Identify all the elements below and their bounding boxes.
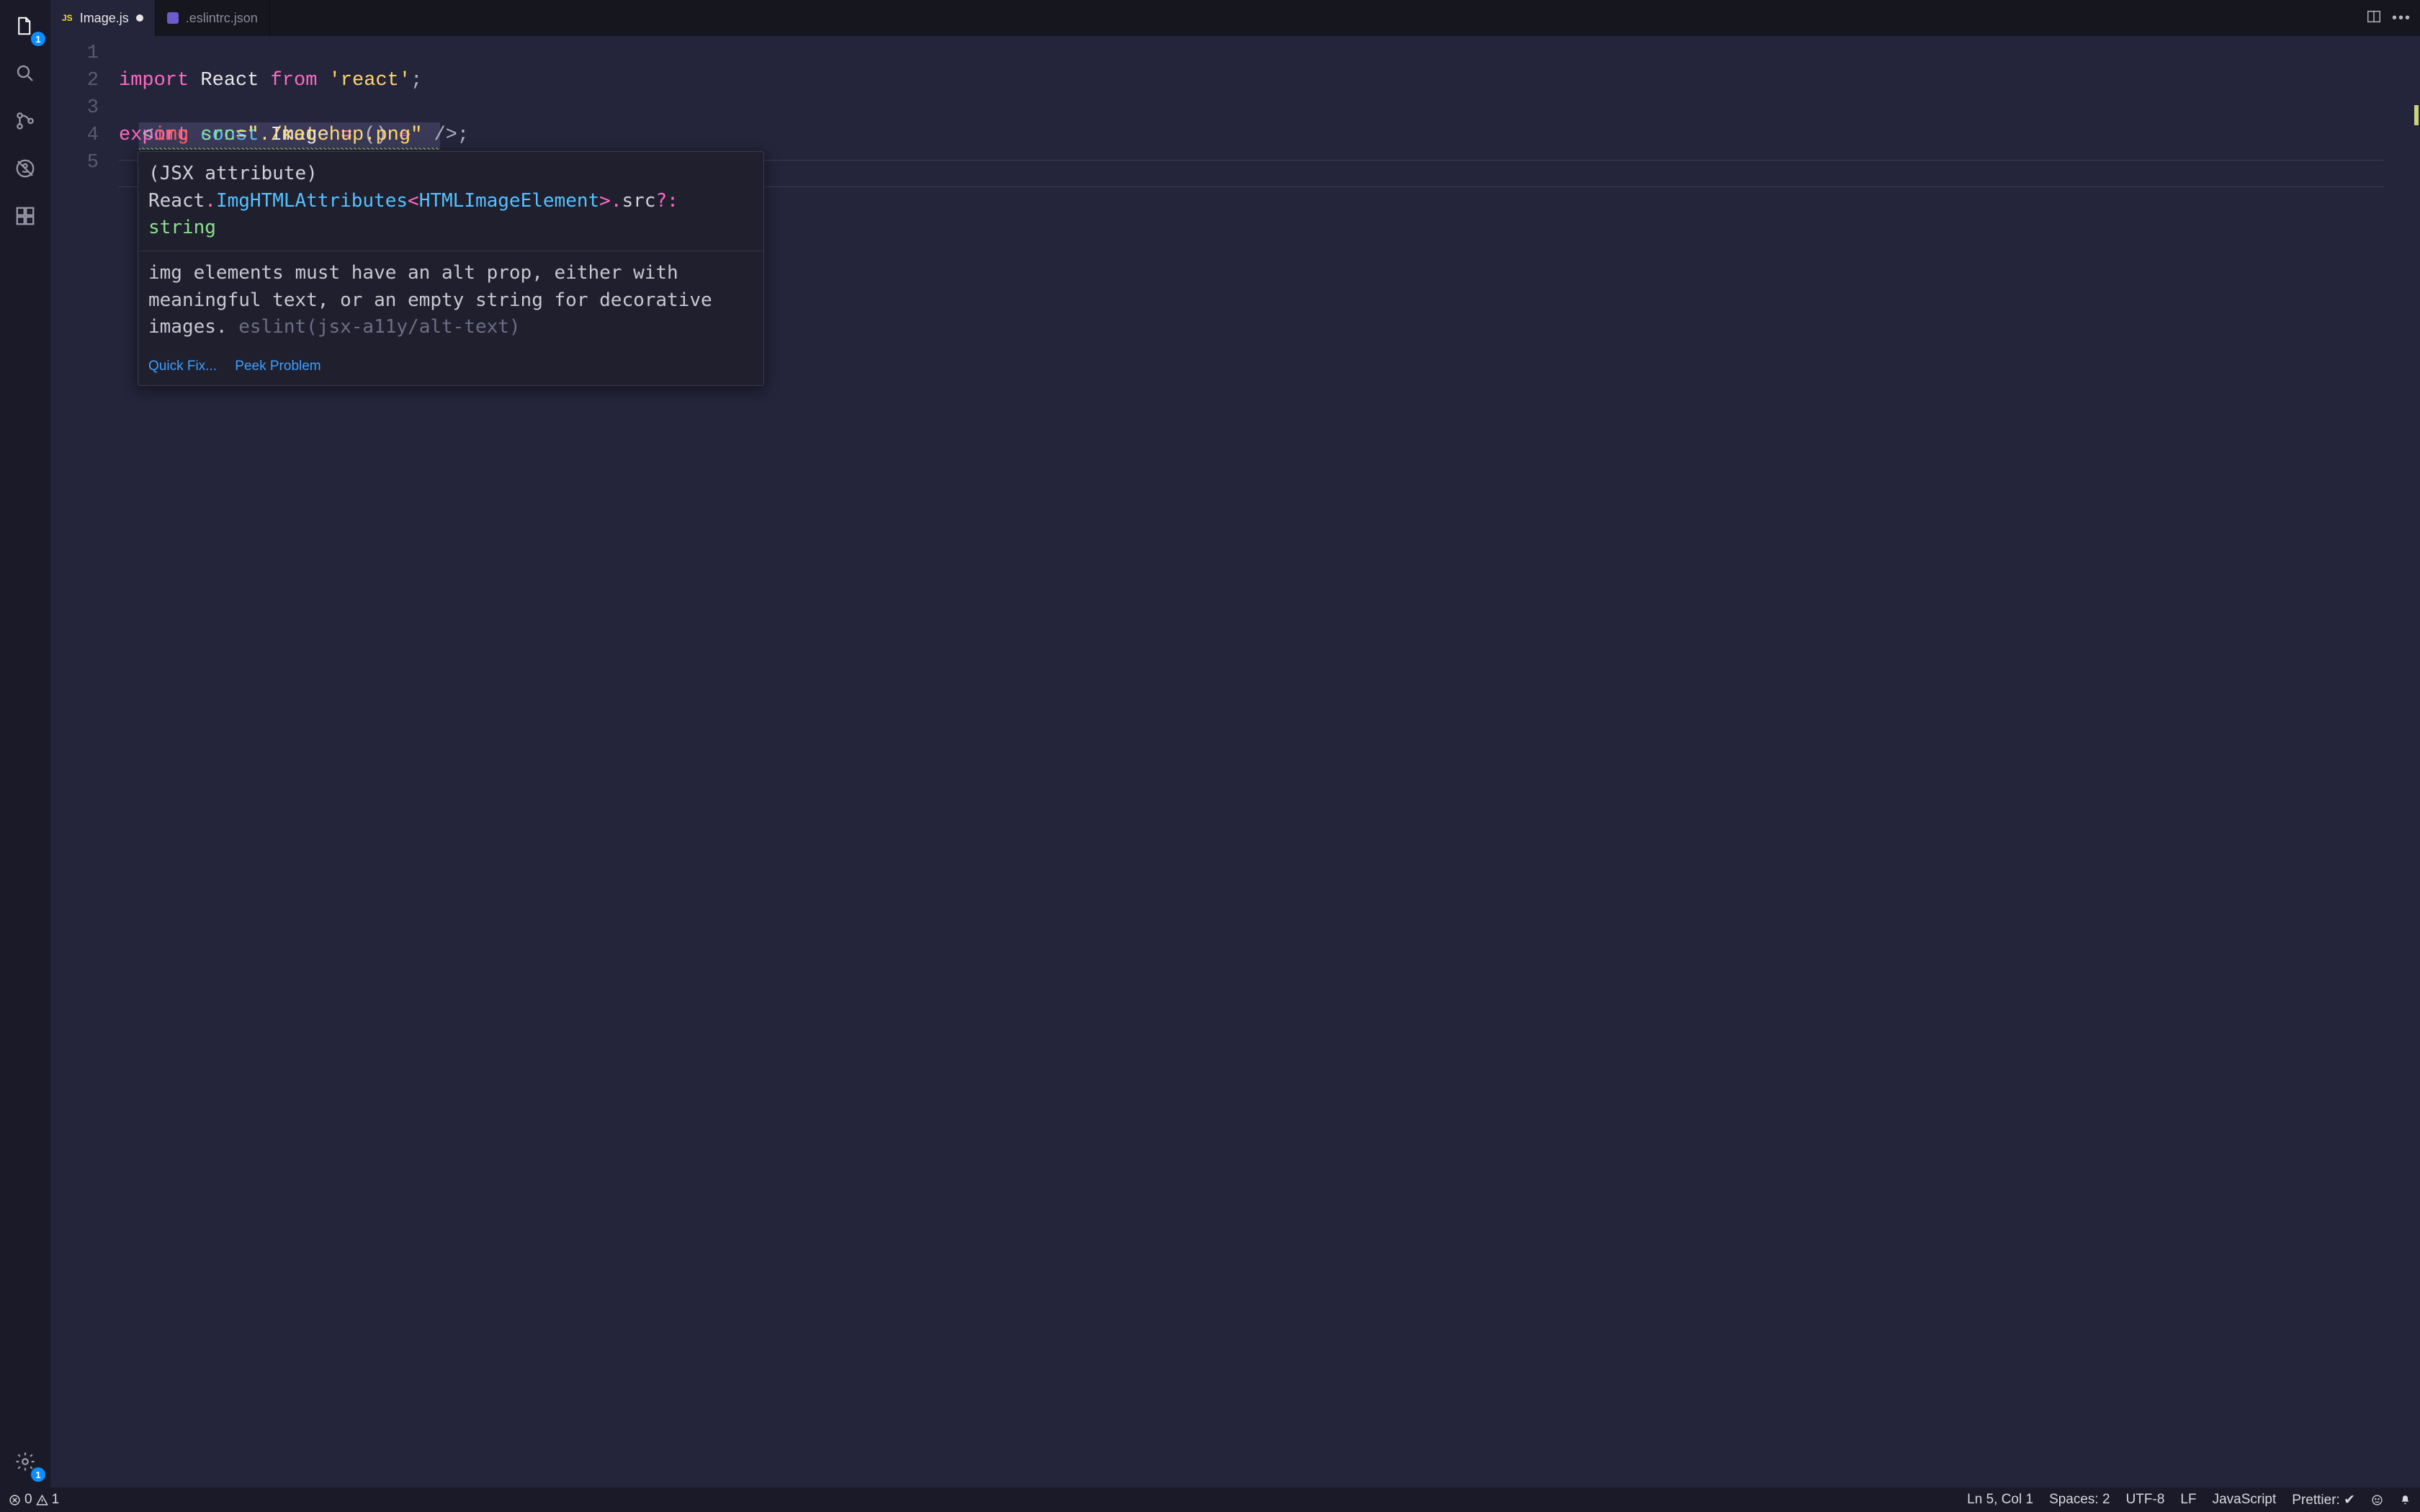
- explorer-badge: 1: [31, 32, 45, 46]
- split-editor-icon[interactable]: [2366, 9, 2382, 28]
- feedback-smiley-icon[interactable]: [2371, 1494, 2383, 1506]
- quick-fix-link[interactable]: Quick Fix...: [148, 359, 217, 374]
- editor[interactable]: 1 2 3 4 5 import React from 'react'; exp…: [50, 36, 2420, 1488]
- error-count: 0: [24, 1492, 32, 1508]
- status-language-mode[interactable]: JavaScript: [2213, 1492, 2277, 1508]
- status-bar: 0 1 Ln 5, Col 1 Spaces: 2 UTF-8 LF JavaS…: [0, 1488, 2420, 1512]
- explorer-icon[interactable]: 1: [8, 9, 42, 43]
- search-icon[interactable]: [8, 56, 42, 91]
- js-file-icon: JS: [62, 13, 73, 23]
- status-problems[interactable]: 0 1: [9, 1492, 59, 1508]
- status-cursor-position[interactable]: Ln 5, Col 1: [1967, 1492, 2033, 1508]
- hover-problem-message: img elements must have an alt prop, eith…: [138, 251, 763, 350]
- peek-problem-link[interactable]: Peek Problem: [235, 359, 321, 374]
- tab-bar: JS Image.js .eslintrc.json •••: [50, 0, 2420, 36]
- hover-tooltip: (JSX attribute) React.ImgHTMLAttributes<…: [138, 151, 764, 386]
- overview-ruler-warning: [2414, 105, 2419, 125]
- warning-count: 1: [52, 1492, 60, 1508]
- status-prettier[interactable]: Prettier: ✔: [2292, 1492, 2355, 1508]
- tab-eslintrc[interactable]: .eslintrc.json: [156, 0, 270, 36]
- source-control-icon[interactable]: [8, 104, 42, 138]
- eslint-file-icon: [167, 12, 179, 24]
- status-encoding[interactable]: UTF-8: [2126, 1492, 2165, 1508]
- extensions-icon[interactable]: [8, 199, 42, 233]
- hover-signature: (JSX attribute) React.ImgHTMLAttributes<…: [138, 152, 763, 251]
- notifications-bell-icon[interactable]: [2399, 1494, 2411, 1506]
- settings-gear-icon[interactable]: 1: [8, 1444, 42, 1479]
- more-actions-icon[interactable]: •••: [2392, 10, 2411, 27]
- warning-squiggle: [139, 148, 440, 150]
- tab-label: Image.js: [80, 11, 129, 26]
- settings-badge: 1: [31, 1467, 45, 1482]
- status-eol[interactable]: LF: [2180, 1492, 2196, 1508]
- status-indentation[interactable]: Spaces: 2: [2049, 1492, 2110, 1508]
- dirty-indicator-icon: [136, 14, 143, 22]
- debug-icon[interactable]: [8, 151, 42, 186]
- activity-bar: 1 1: [0, 0, 50, 1488]
- tab-label: .eslintrc.json: [186, 11, 258, 26]
- line-number-gutter: 1 2 3 4 5: [50, 40, 119, 1488]
- tab-image-js[interactable]: JS Image.js: [50, 0, 156, 36]
